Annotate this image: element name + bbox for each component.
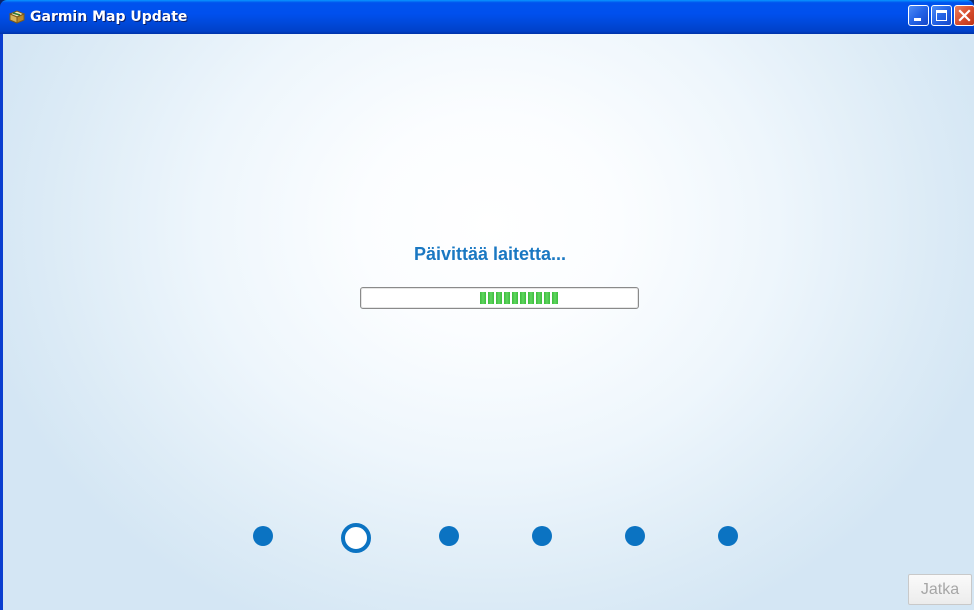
progress-fill — [480, 292, 560, 304]
maximize-button[interactable] — [931, 5, 952, 26]
window-title: Garmin Map Update — [30, 9, 188, 25]
app-window: Garmin Map Update Päivittää laitetta... … — [0, 0, 974, 610]
title-bar[interactable]: Garmin Map Update — [0, 0, 974, 34]
status-text: Päivittää laitetta... — [413, 244, 567, 264]
main-content: Päivittää laitetta... Jatka — [0, 34, 974, 610]
step-dot — [625, 526, 645, 546]
step-dot — [439, 526, 459, 546]
step-dot-active — [341, 523, 371, 553]
step-dot — [532, 526, 552, 546]
minimize-icon — [914, 18, 921, 21]
step-indicator — [3, 34, 974, 610]
continue-button[interactable]: Jatka — [908, 574, 972, 605]
close-icon — [958, 9, 971, 22]
step-dot — [253, 526, 273, 546]
minimize-button[interactable] — [908, 5, 929, 26]
maximize-icon — [936, 10, 947, 21]
garmin-app-icon — [8, 8, 26, 26]
step-dot — [718, 526, 738, 546]
progress-bar — [360, 287, 639, 309]
close-button[interactable] — [954, 5, 974, 26]
